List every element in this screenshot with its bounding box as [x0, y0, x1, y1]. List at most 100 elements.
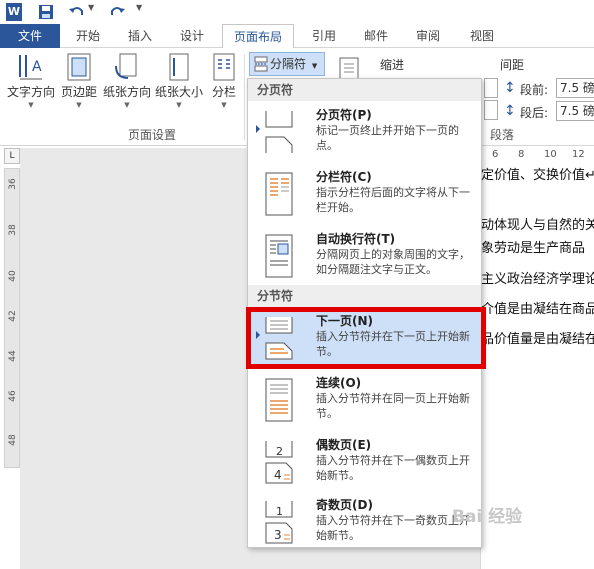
menu-item-description: 插入分节符并在下一偶数页上开始新节。: [316, 454, 470, 482]
save-icon[interactable]: [38, 3, 54, 21]
menu-item-title: 连续(O): [316, 376, 362, 390]
spacing-after-icon: ↕: [504, 103, 516, 119]
page-setup-group-label: 页面设置: [128, 128, 177, 142]
menu-item-description: 标记一页终止并开始下一页的点。: [316, 124, 459, 152]
tab-mailings[interactable]: 邮件: [354, 24, 398, 48]
margins-label: 页边距: [60, 85, 97, 99]
chevron-down-icon: ▼: [311, 62, 318, 70]
tab-selector[interactable]: L: [4, 148, 20, 164]
svg-text:A: A: [32, 59, 42, 75]
continuous-icon: [262, 377, 296, 423]
menu-item-odd-page[interactable]: 13 奇数页(D) 插入分节符并在下一奇数页上开始新节。: [248, 493, 481, 553]
menu-item-description: 指示分栏符后面的文字将从下一栏开始。: [316, 186, 470, 214]
tab-insert[interactable]: 插入: [118, 24, 162, 48]
svg-text:4: 4: [274, 468, 282, 482]
breaks-button[interactable]: 分隔符 ▼: [249, 52, 325, 76]
columns-icon: [206, 50, 242, 84]
size-icon: [154, 50, 204, 84]
section-breaks-header: 分节符: [248, 285, 481, 307]
menu-item-title: 分栏符(C): [316, 170, 372, 184]
watermark: Bai 经验: [452, 507, 523, 527]
ruler-number: 8: [518, 149, 525, 160]
menu-item-title: 下一页(N): [316, 314, 374, 328]
text-direction-label: 文字方向: [6, 85, 55, 99]
chevron-down-icon: ▼: [124, 101, 130, 109]
margins-icon: [58, 50, 100, 84]
undo-dropdown-icon[interactable]: ▼: [88, 3, 94, 12]
ruler-number: 12: [572, 149, 585, 160]
customize-qat-icon[interactable]: ▼: [136, 3, 142, 12]
ruler-number: 40: [8, 270, 18, 282]
odd-page-icon: 13: [262, 499, 296, 545]
before-label: 段前:: [520, 83, 549, 97]
text-wrapping-icon: [262, 233, 296, 279]
paragraph-group-label: 段落: [490, 128, 515, 142]
margins-button[interactable]: 页边距 ▼: [58, 50, 100, 110]
document-line: 动体现人与自然的关: [481, 218, 594, 233]
chevron-down-icon: ▼: [176, 101, 182, 109]
quick-access-toolbar: W ▼ ▼: [0, 0, 594, 24]
spacing-after-input[interactable]: 7.5 磅: [556, 101, 594, 121]
column-break-icon: [262, 171, 296, 217]
menu-item-description: 分隔网页上的对象周围的文字，如分隔题注文字与正文。: [316, 248, 470, 276]
tab-file[interactable]: 文件: [0, 24, 60, 48]
indent-spinner[interactable]: [484, 78, 498, 98]
document-line: 象劳动是生产商品: [481, 241, 586, 256]
breaks-menu: 分页符 分页符(P) 标记一页终止并开始下一页的点。 分栏符(C) 指示分栏符后…: [247, 78, 482, 548]
ruler-number: 38: [8, 224, 18, 236]
breaks-label: 分隔符: [270, 57, 307, 71]
spacing-label: 间距: [500, 58, 525, 72]
orientation-button[interactable]: 纸张方向 ▼: [102, 50, 152, 110]
menu-item-title: 自动换行符(T): [316, 232, 396, 246]
triangle-marker-icon: [256, 125, 260, 133]
horizontal-ruler: 6 8 10 12: [482, 148, 594, 162]
document-line: 介值是由凝结在商品: [481, 302, 594, 317]
svg-text:2: 2: [276, 445, 283, 458]
menu-item-page-break[interactable]: 分页符(P) 标记一页终止并开始下一页的点。: [248, 103, 481, 163]
ruler-number: 44: [8, 350, 18, 362]
page-break-icon: [262, 109, 296, 155]
document-line: 定价值、交换价值↵: [481, 168, 594, 183]
ruler-number: 46: [8, 390, 18, 402]
tab-page-layout[interactable]: 页面布局: [222, 24, 294, 49]
menu-item-column-break[interactable]: 分栏符(C) 指示分栏符后面的文字将从下一栏开始。: [248, 165, 481, 225]
ruler-number: 42: [8, 310, 18, 322]
menu-item-title: 奇数页(D): [316, 498, 373, 512]
tab-design[interactable]: 设计: [170, 24, 214, 48]
text-direction-icon: A: [4, 50, 58, 84]
columns-label: 分栏: [211, 85, 236, 99]
svg-text:3: 3: [274, 528, 282, 542]
tab-view[interactable]: 视图: [460, 24, 504, 48]
next-page-icon: [262, 315, 296, 361]
indent-spinner[interactable]: [484, 100, 498, 120]
orientation-label: 纸张方向: [102, 85, 151, 99]
ribbon-tabs: 文件 开始 插入 设计 页面布局 引用 邮件 审阅 视图: [0, 24, 594, 49]
word-logo-icon: W: [6, 3, 22, 21]
text-direction-button[interactable]: A 文字方向 ▼: [4, 50, 58, 110]
group-divider: [244, 54, 245, 140]
menu-item-even-page[interactable]: 2 4 偶数页(E) 插入分节符并在下一偶数页上开始新节。: [248, 433, 481, 493]
orientation-icon: [102, 50, 152, 84]
menu-item-description: 插入分节符并在下一页上开始新节。: [316, 330, 470, 358]
tab-home[interactable]: 开始: [66, 24, 110, 48]
tab-references[interactable]: 引用: [302, 24, 346, 48]
size-button[interactable]: 纸张大小 ▼: [154, 50, 204, 110]
undo-icon[interactable]: [68, 3, 84, 21]
ruler-number: 10: [544, 149, 557, 160]
menu-item-title: 分页符(P): [316, 108, 372, 122]
chevron-down-icon: ▼: [76, 101, 82, 109]
menu-item-next-page[interactable]: 下一页(N) 插入分节符并在下一页上开始新节。: [248, 309, 481, 369]
menu-item-title: 偶数页(E): [316, 438, 372, 452]
menu-item-text-wrapping[interactable]: 自动换行符(T) 分隔网页上的对象周围的文字，如分隔题注文字与正文。: [248, 227, 481, 287]
redo-icon[interactable]: [108, 3, 125, 21]
menu-item-continuous[interactable]: 连续(O) 插入分节符并在同一页上开始新节。: [248, 371, 481, 431]
vertical-ruler: 36 38 40 42 44 46 48: [4, 168, 20, 468]
page-breaks-header: 分页符: [248, 79, 481, 101]
tab-review[interactable]: 审阅: [406, 24, 450, 48]
columns-button[interactable]: 分栏 ▼: [206, 50, 242, 110]
triangle-marker-icon: [256, 331, 260, 339]
spacing-before-input[interactable]: 7.5 磅: [556, 78, 594, 98]
svg-text:1: 1: [276, 505, 283, 518]
chevron-down-icon: ▼: [28, 101, 34, 109]
ruler-number: 36: [8, 178, 18, 190]
